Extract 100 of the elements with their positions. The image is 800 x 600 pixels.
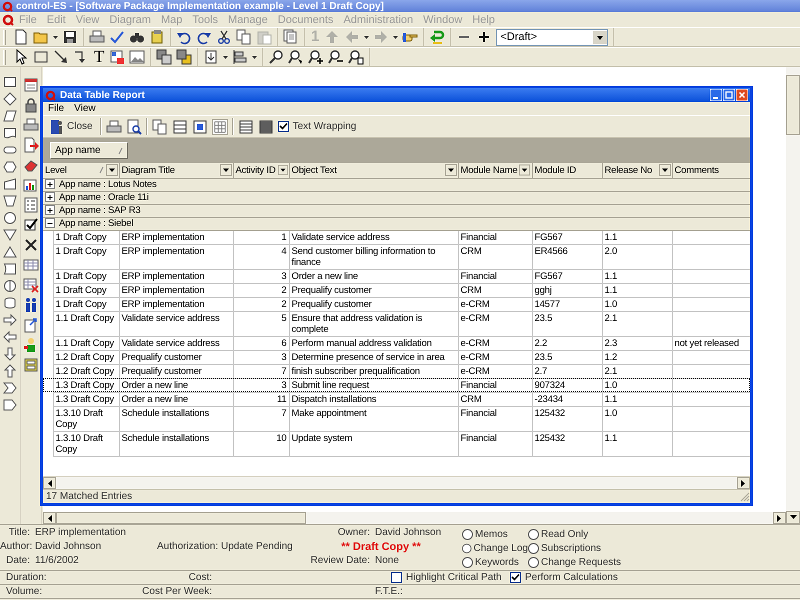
align-icon[interactable] bbox=[203, 49, 220, 65]
calendar-icon[interactable] bbox=[23, 77, 39, 93]
scrollbar-thumb[interactable] bbox=[786, 75, 800, 135]
diamond-shape-icon[interactable] bbox=[3, 92, 17, 106]
slanted-top-shape-icon[interactable] bbox=[3, 177, 17, 191]
expand-toggle-icon[interactable] bbox=[45, 218, 56, 229]
scroll-down-button[interactable] bbox=[786, 511, 800, 524]
cabinet-icon[interactable] bbox=[23, 357, 39, 373]
table-row[interactable]: 1.3 Draft Copy Order a new line 3 Submit line request Financial 907324 1.0 bbox=[43, 378, 750, 392]
cross-icon[interactable] bbox=[23, 237, 39, 253]
menu-item[interactable]: File bbox=[43, 103, 70, 114]
group-by-chip[interactable]: App name bbox=[50, 142, 128, 159]
grid-icon[interactable] bbox=[212, 118, 228, 134]
rectangle-icon[interactable] bbox=[33, 49, 49, 65]
print-preview-icon[interactable] bbox=[126, 118, 142, 134]
radio-button[interactable] bbox=[462, 528, 473, 540]
zoom-in-icon[interactable] bbox=[308, 49, 324, 65]
frame-layout-icon[interactable] bbox=[192, 118, 208, 134]
picture-frame-icon[interactable] bbox=[129, 49, 146, 65]
right-arrow-shape-icon[interactable] bbox=[3, 313, 17, 327]
list-icon[interactable] bbox=[238, 118, 254, 134]
overlapping-squares-icon[interactable] bbox=[156, 49, 172, 65]
table-row[interactable]: 1.2 Draft Copy Prequalify customer 7 finish subscriber prequalification e-CRM 2.7 2.1 bbox=[43, 364, 750, 378]
checkbox[interactable] bbox=[510, 572, 521, 583]
app-logo-icon[interactable] bbox=[2, 14, 14, 26]
zoom-selection-icon[interactable] bbox=[288, 49, 304, 65]
radio-button[interactable] bbox=[528, 528, 539, 540]
checkbox[interactable] bbox=[391, 572, 402, 583]
column-header[interactable]: Module Name bbox=[458, 163, 532, 178]
table-row[interactable]: 1 Draft Copy ERP implementation 1 Validate service address Financial FG567 1.1 bbox=[43, 230, 750, 244]
printer-icon[interactable] bbox=[23, 117, 39, 133]
resize-grip-icon[interactable] bbox=[739, 491, 750, 502]
status-dropdown[interactable]: <Draft> bbox=[496, 28, 608, 46]
scroll-left-button[interactable] bbox=[43, 477, 56, 489]
expand-toggle-icon[interactable] bbox=[45, 192, 56, 203]
menu-item[interactable]: View bbox=[69, 103, 101, 114]
cabinet-icon[interactable] bbox=[149, 29, 165, 45]
group-row[interactable]: App name : Oracle 11i bbox=[43, 191, 750, 204]
return-arrow-icon[interactable] bbox=[429, 29, 446, 45]
dense-list-icon[interactable] bbox=[258, 118, 274, 134]
pentagon-shape-icon[interactable] bbox=[3, 398, 17, 412]
overlapping-squares-icon[interactable] bbox=[176, 49, 192, 65]
printer-icon[interactable] bbox=[89, 29, 105, 45]
trapezoid-shape-icon[interactable] bbox=[3, 194, 17, 208]
table-delete-icon[interactable] bbox=[23, 277, 39, 293]
table-row[interactable]: 1 Draft Copy ERP implementation 2 Prequalify customer e-CRM 14577 1.0 bbox=[43, 297, 750, 311]
column-header[interactable]: Level bbox=[43, 163, 119, 178]
checklist-icon[interactable] bbox=[23, 197, 39, 213]
filter-dropdown-icon[interactable] bbox=[106, 164, 118, 176]
two-people-icon[interactable] bbox=[23, 297, 39, 313]
expand-toggle-icon[interactable] bbox=[45, 179, 56, 190]
close-button[interactable]: Close bbox=[47, 118, 96, 136]
down-arrow-shape-icon[interactable] bbox=[3, 347, 17, 361]
circle-shape-icon[interactable] bbox=[3, 211, 17, 225]
horizontal-scrollbar[interactable] bbox=[43, 512, 786, 524]
document-arrow-icon[interactable] bbox=[23, 137, 39, 153]
column-header[interactable]: Release No bbox=[602, 163, 672, 178]
table-row[interactable]: 1.3 Draft Copy Order a new line 11 Dispatch installations CRM -23434 1.1 bbox=[43, 392, 750, 406]
checkbox[interactable] bbox=[278, 121, 289, 132]
table-row[interactable]: 1.1 Draft Copy Validate service address 6 Perform manual address validation e-CRM 2.2 2.3 not yet released bbox=[43, 336, 750, 350]
zoom-out-icon[interactable] bbox=[328, 49, 344, 65]
column-header[interactable]: Module ID bbox=[532, 163, 602, 178]
table-row[interactable]: 1.2 Draft Copy Prequalify customer 3 Determine presence of service in area e-CRM 23.5 1.2 bbox=[43, 350, 750, 364]
vertical-scrollbar[interactable] bbox=[786, 67, 800, 524]
minimize-icon[interactable] bbox=[710, 89, 722, 101]
scroll-right-button[interactable] bbox=[737, 477, 750, 489]
checked-box-icon[interactable] bbox=[23, 217, 39, 233]
circle-line-shape-icon[interactable] bbox=[3, 279, 17, 293]
linked-image-icon[interactable] bbox=[109, 49, 126, 65]
form-layout-icon[interactable] bbox=[172, 118, 188, 134]
scroll-left-button[interactable] bbox=[43, 512, 56, 524]
magnifier-icon[interactable] bbox=[268, 49, 284, 65]
group-row[interactable]: App name : Siebel bbox=[43, 217, 750, 230]
scrollbar-thumb[interactable] bbox=[56, 512, 306, 524]
radio-button[interactable] bbox=[528, 556, 539, 568]
zoom-page-icon[interactable] bbox=[348, 49, 364, 65]
filter-dropdown-icon[interactable] bbox=[278, 164, 288, 176]
column-header[interactable]: Activity ID bbox=[233, 163, 289, 178]
copy-icon[interactable] bbox=[152, 118, 168, 134]
diagonal-arrow-icon[interactable] bbox=[53, 49, 69, 65]
hexagon-shape-icon[interactable] bbox=[3, 160, 17, 174]
group-row[interactable]: App name : Lotus Notes bbox=[43, 178, 750, 191]
table-icon[interactable] bbox=[23, 257, 39, 273]
table-row[interactable]: 1.3.10 Draft Copy Schedule installations 10 Update system Financial 125432 1.1 bbox=[43, 431, 750, 456]
column-header[interactable]: Object Text bbox=[289, 163, 458, 178]
column-header[interactable]: Comments bbox=[672, 163, 750, 178]
column-header[interactable]: Diagram Title bbox=[119, 163, 233, 178]
triangle-up-shape-icon[interactable] bbox=[3, 245, 17, 259]
chevron-shape-icon[interactable] bbox=[3, 381, 17, 395]
filter-dropdown-icon[interactable] bbox=[519, 164, 530, 176]
radio-button[interactable] bbox=[528, 542, 539, 554]
text-tool-button[interactable]: T bbox=[93, 49, 106, 65]
filter-dropdown-icon[interactable] bbox=[444, 164, 456, 176]
copy-icon[interactable] bbox=[236, 29, 252, 45]
expand-toggle-icon[interactable] bbox=[45, 205, 56, 216]
maximize-icon[interactable] bbox=[723, 89, 735, 101]
table-row[interactable]: 1 Draft Copy ERP implementation 4 Send customer billing information to finance CRM ER4566 2.0 bbox=[43, 244, 750, 269]
group-row[interactable]: App name : SAP R3 bbox=[43, 204, 750, 217]
cylinder-shape-icon[interactable] bbox=[3, 296, 17, 310]
printer-icon[interactable] bbox=[106, 118, 122, 134]
